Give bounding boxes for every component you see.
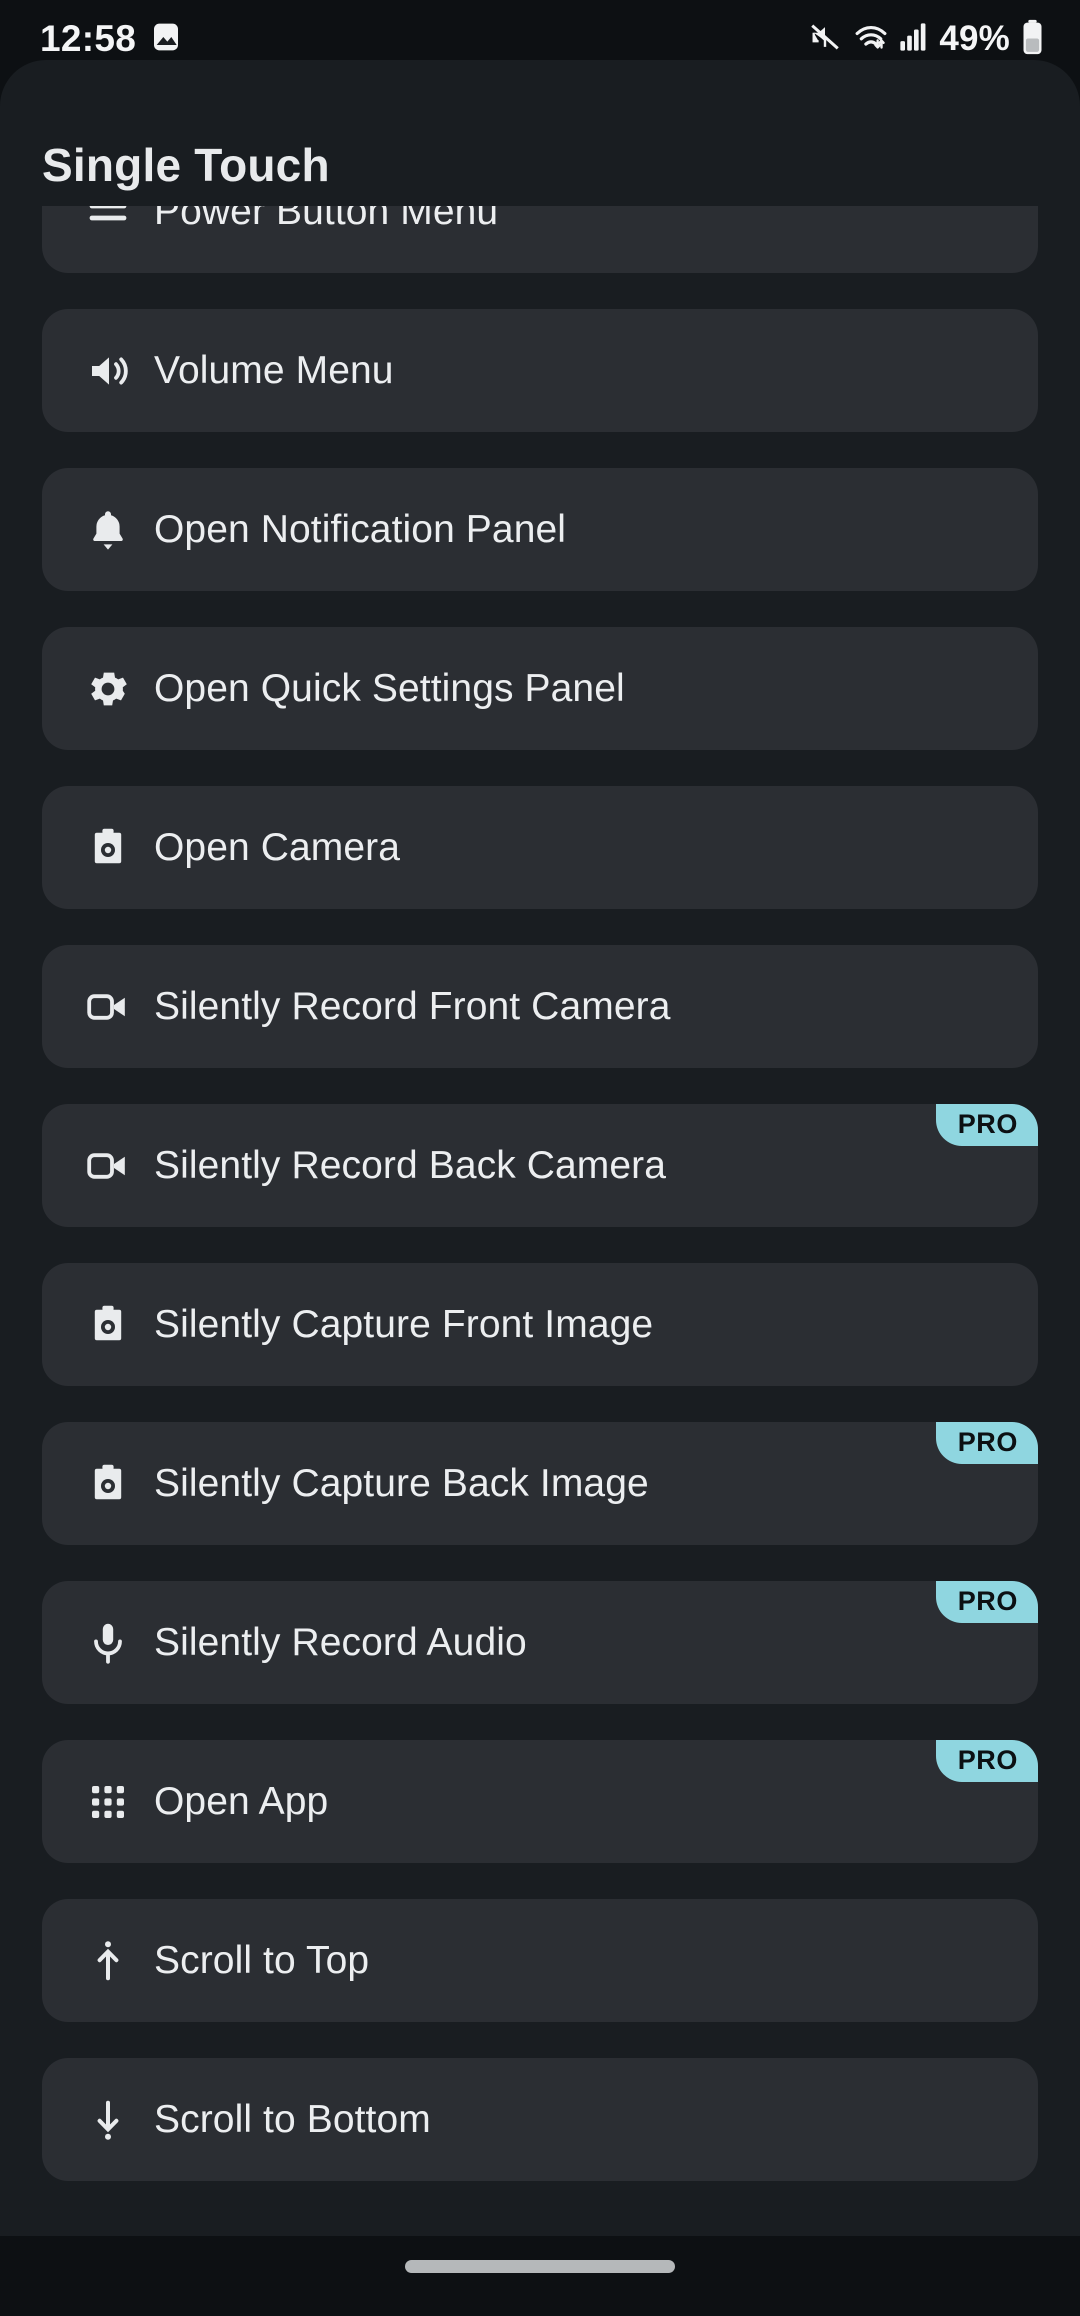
status-bar-clock: 12:58 xyxy=(40,18,137,59)
menu-lines-icon xyxy=(80,206,136,240)
list-item-label: Silently Capture Back Image xyxy=(154,1461,649,1505)
volume-icon xyxy=(80,343,136,399)
list-item-silently-record-back-camera[interactable]: Silently Record Back Camera PRO xyxy=(42,1104,1038,1227)
list-item-scroll-to-bottom[interactable]: Scroll to Bottom xyxy=(42,2058,1038,2181)
list-item-label: Silently Record Front Camera xyxy=(154,984,671,1028)
phone-screen: 12:58 49% Single Touch Power Button Menu… xyxy=(0,0,1080,2316)
arrow-up-icon xyxy=(80,1933,136,1989)
list-item-label: Silently Record Audio xyxy=(154,1620,527,1664)
action-list-scroll[interactable]: Power Button Menu Volume Menu Open Notif… xyxy=(0,206,1080,2278)
list-item-open-camera[interactable]: Open Camera xyxy=(42,786,1038,909)
list-item-open-notification-panel[interactable]: Open Notification Panel xyxy=(42,468,1038,591)
action-list: Power Button Menu Volume Menu Open Notif… xyxy=(0,206,1080,2181)
list-item-label: Scroll to Top xyxy=(154,1938,370,1982)
mute-icon xyxy=(808,20,842,59)
apps-grid-icon xyxy=(80,1774,136,1830)
list-item-scroll-to-top[interactable]: Scroll to Top xyxy=(42,1899,1038,2022)
battery-percent-label: 49% xyxy=(939,19,1010,58)
status-bar-left: 12:58 xyxy=(40,18,182,60)
list-item-silently-record-audio[interactable]: Silently Record Audio PRO xyxy=(42,1581,1038,1704)
image-icon xyxy=(150,21,182,58)
list-item-volume-menu[interactable]: Volume Menu xyxy=(42,309,1038,432)
pro-badge[interactable]: PRO xyxy=(935,1740,1038,1782)
home-indicator[interactable] xyxy=(405,2260,675,2273)
list-item-open-app[interactable]: Open App PRO xyxy=(42,1740,1038,1863)
cellular-signal-icon xyxy=(900,22,928,57)
list-item-label: Silently Capture Front Image xyxy=(154,1302,654,1346)
list-item-label: Silently Record Back Camera xyxy=(154,1143,667,1187)
microphone-icon xyxy=(80,1615,136,1671)
list-item-label: Open Notification Panel xyxy=(154,507,567,551)
list-item-silently-capture-front-image[interactable]: Silently Capture Front Image xyxy=(42,1263,1038,1386)
list-item-power-button-menu[interactable]: Power Button Menu xyxy=(42,206,1038,273)
list-item-label: Open Camera xyxy=(154,825,401,869)
list-item-silently-capture-back-image[interactable]: Silently Capture Back Image PRO xyxy=(42,1422,1038,1545)
gear-icon xyxy=(80,661,136,717)
pro-badge[interactable]: PRO xyxy=(935,1422,1038,1464)
status-bar: 12:58 49% xyxy=(0,0,1080,78)
list-item-label: Open App xyxy=(154,1779,329,1823)
pro-badge[interactable]: PRO xyxy=(935,1104,1038,1146)
system-navigation-bar xyxy=(0,2236,1080,2316)
battery-icon xyxy=(1021,19,1044,60)
list-item-silently-record-front-camera[interactable]: Silently Record Front Camera xyxy=(42,945,1038,1068)
list-item-label: Power Button Menu xyxy=(154,206,499,233)
list-item-open-quick-settings-panel[interactable]: Open Quick Settings Panel xyxy=(42,627,1038,750)
camera-icon xyxy=(80,1456,136,1512)
list-item-label: Volume Menu xyxy=(154,348,394,392)
bell-icon xyxy=(80,502,136,558)
pro-badge[interactable]: PRO xyxy=(935,1581,1038,1623)
app-surface: Single Touch Power Button Menu Volume Me… xyxy=(0,60,1080,2278)
camera-icon xyxy=(80,1297,136,1353)
arrow-down-icon xyxy=(80,2092,136,2148)
video-camera-icon xyxy=(80,979,136,1035)
list-item-label: Open Quick Settings Panel xyxy=(154,666,625,710)
page-title: Single Touch xyxy=(42,139,330,191)
video-camera-icon xyxy=(80,1138,136,1194)
status-bar-right: 49% xyxy=(808,19,1044,60)
wifi-icon xyxy=(853,20,889,59)
camera-icon xyxy=(80,820,136,876)
list-item-label: Scroll to Bottom xyxy=(154,2097,431,2141)
